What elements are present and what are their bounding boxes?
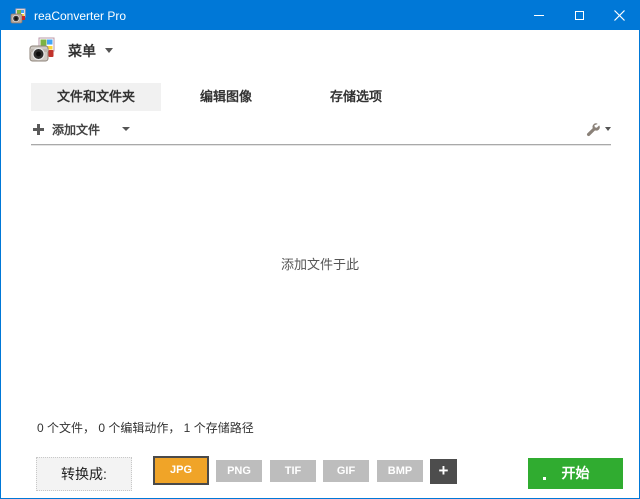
tab-bar: 文件和文件夹 编辑图像 存储选项	[31, 83, 421, 111]
plus-icon	[33, 124, 44, 135]
chevron-down-icon	[105, 48, 113, 53]
add-files-button[interactable]: 添加文件	[33, 121, 130, 138]
chevron-down-icon[interactable]	[122, 127, 130, 131]
format-button-tif[interactable]: TIF	[270, 460, 316, 482]
maximize-button[interactable]	[559, 1, 599, 30]
titlebar[interactable]: reaConverter Pro	[1, 1, 639, 30]
start-button[interactable]: 开始	[528, 458, 623, 489]
file-drop-area[interactable]: 添加文件于此	[2, 147, 638, 438]
format-button-png[interactable]: PNG	[216, 460, 262, 482]
convert-to-label: 转换成:	[36, 457, 132, 491]
format-button-gif[interactable]: GIF	[323, 460, 369, 482]
app-window: reaConverter Pro	[0, 0, 640, 499]
tab-edit-images[interactable]: 编辑图像	[161, 83, 291, 111]
minimize-icon	[534, 15, 544, 16]
menu-button[interactable]: 菜单	[29, 37, 113, 64]
wrench-icon	[585, 122, 600, 137]
window-title: reaConverter Pro	[34, 9, 126, 23]
tab-files-and-folders[interactable]: 文件和文件夹	[31, 83, 161, 111]
start-icon	[543, 477, 546, 480]
tools-button[interactable]	[585, 122, 611, 137]
menu-camera-icon	[29, 37, 56, 64]
format-button-jpg[interactable]: JPG	[153, 456, 209, 485]
status-summary: 0 个文件， 0 个编辑动作， 1 个存储路径	[37, 419, 254, 436]
maximize-icon	[575, 11, 584, 20]
close-button[interactable]	[599, 1, 639, 30]
menu-label: 菜单	[68, 41, 96, 61]
drop-hint-text: 添加文件于此	[2, 254, 638, 273]
start-label: 开始	[562, 465, 590, 481]
tab-saving-options[interactable]: 存储选项	[291, 83, 421, 111]
chevron-down-icon	[605, 127, 611, 131]
toolbar-separator	[31, 144, 611, 145]
app-icon	[10, 8, 26, 24]
format-button-bmp[interactable]: BMP	[377, 460, 423, 482]
add-files-label: 添加文件	[52, 121, 100, 138]
minimize-button[interactable]	[519, 1, 559, 30]
add-format-button[interactable]: +	[430, 459, 457, 484]
close-icon	[614, 10, 625, 21]
